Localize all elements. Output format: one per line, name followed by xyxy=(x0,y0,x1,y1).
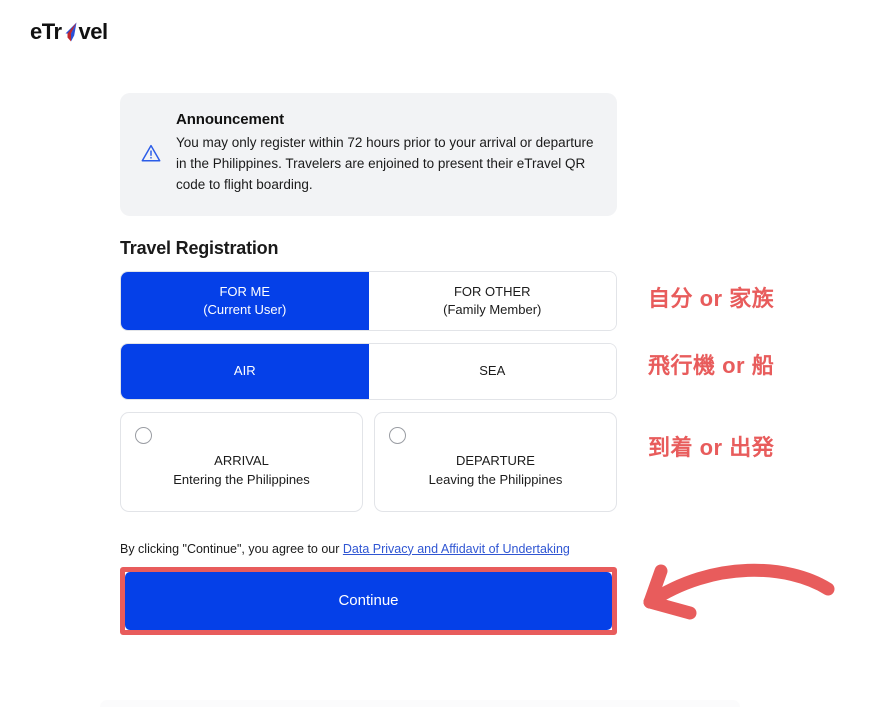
consent-text: By clicking "Continue", you agree to our… xyxy=(120,540,617,559)
consent-prefix: By clicking "Continue", you agree to our xyxy=(120,541,343,556)
warning-triangle-icon xyxy=(140,142,162,164)
annotation-direction: 到着 or 出発 xyxy=(648,435,775,460)
annotation-registrant: 自分 or 家族 xyxy=(648,286,775,311)
page-bottom-edge xyxy=(100,700,740,707)
page-title: Travel Registration xyxy=(120,237,279,258)
announcement-title: Announcement xyxy=(176,111,284,128)
radio-arrival[interactable] xyxy=(135,426,152,444)
registrant-type-toggle: FOR ME (Current User) FOR OTHER (Family … xyxy=(120,270,617,331)
continue-highlight-box: Continue xyxy=(120,566,617,635)
announcement-text: You may only register within 72 hours pr… xyxy=(176,135,594,192)
travel-mode-toggle: AIR SEA xyxy=(120,342,617,400)
direction-card-departure-text: DEPARTURE Leaving the Philippines xyxy=(375,451,616,490)
registrant-option-for-me-label: FOR ME xyxy=(219,284,271,300)
direction-card-departure-subtitle: Leaving the Philippines xyxy=(428,472,563,488)
logo-text-end: vel xyxy=(78,19,109,44)
etravel-logo: eTr vel xyxy=(30,19,108,45)
etravel-arrow-logo-icon xyxy=(62,21,79,43)
annotation-travel-mode: 飛行機 or 船 xyxy=(648,353,775,378)
registration-form: Announcement You may only register withi… xyxy=(120,93,617,635)
registrant-option-for-other-label: FOR OTHER xyxy=(453,284,531,300)
radio-departure[interactable] xyxy=(389,426,406,444)
direction-card-arrival-text: ARRIVAL Entering the Philippines xyxy=(121,451,362,490)
continue-button[interactable]: Continue xyxy=(125,571,612,630)
direction-card-arrival[interactable]: ARRIVAL Entering the Philippines xyxy=(120,411,363,512)
travel-mode-option-sea-label: SEA xyxy=(479,363,506,379)
announcement-banner: Announcement You may only register withi… xyxy=(120,93,617,216)
announcement-body: Announcement You may only register withi… xyxy=(176,111,597,196)
registrant-option-for-other[interactable]: FOR OTHER (Family Member) xyxy=(368,271,616,330)
travel-mode-option-air[interactable]: AIR xyxy=(121,343,369,399)
privacy-policy-link[interactable]: Data Privacy and Affidavit of Undertakin… xyxy=(343,542,570,556)
registrant-option-for-me[interactable]: FOR ME (Current User) xyxy=(121,271,369,330)
logo-text-start: eTr xyxy=(30,19,62,44)
travel-mode-option-air-label: AIR xyxy=(233,363,256,379)
direction-card-arrival-title: ARRIVAL xyxy=(214,452,269,468)
direction-card-departure[interactable]: DEPARTURE Leaving the Philippines xyxy=(374,411,617,512)
direction-card-departure-title: DEPARTURE xyxy=(456,452,535,468)
registrant-option-for-me-sublabel: (Current User) xyxy=(203,301,287,317)
registrant-option-for-other-sublabel: (Family Member) xyxy=(443,301,542,317)
curved-arrow-left-icon xyxy=(628,562,838,652)
travel-mode-option-sea[interactable]: SEA xyxy=(368,343,616,399)
direction-card-arrival-subtitle: Entering the Philippines xyxy=(173,472,310,488)
travel-direction-group: ARRIVAL Entering the Philippines DEPARTU… xyxy=(120,411,617,512)
